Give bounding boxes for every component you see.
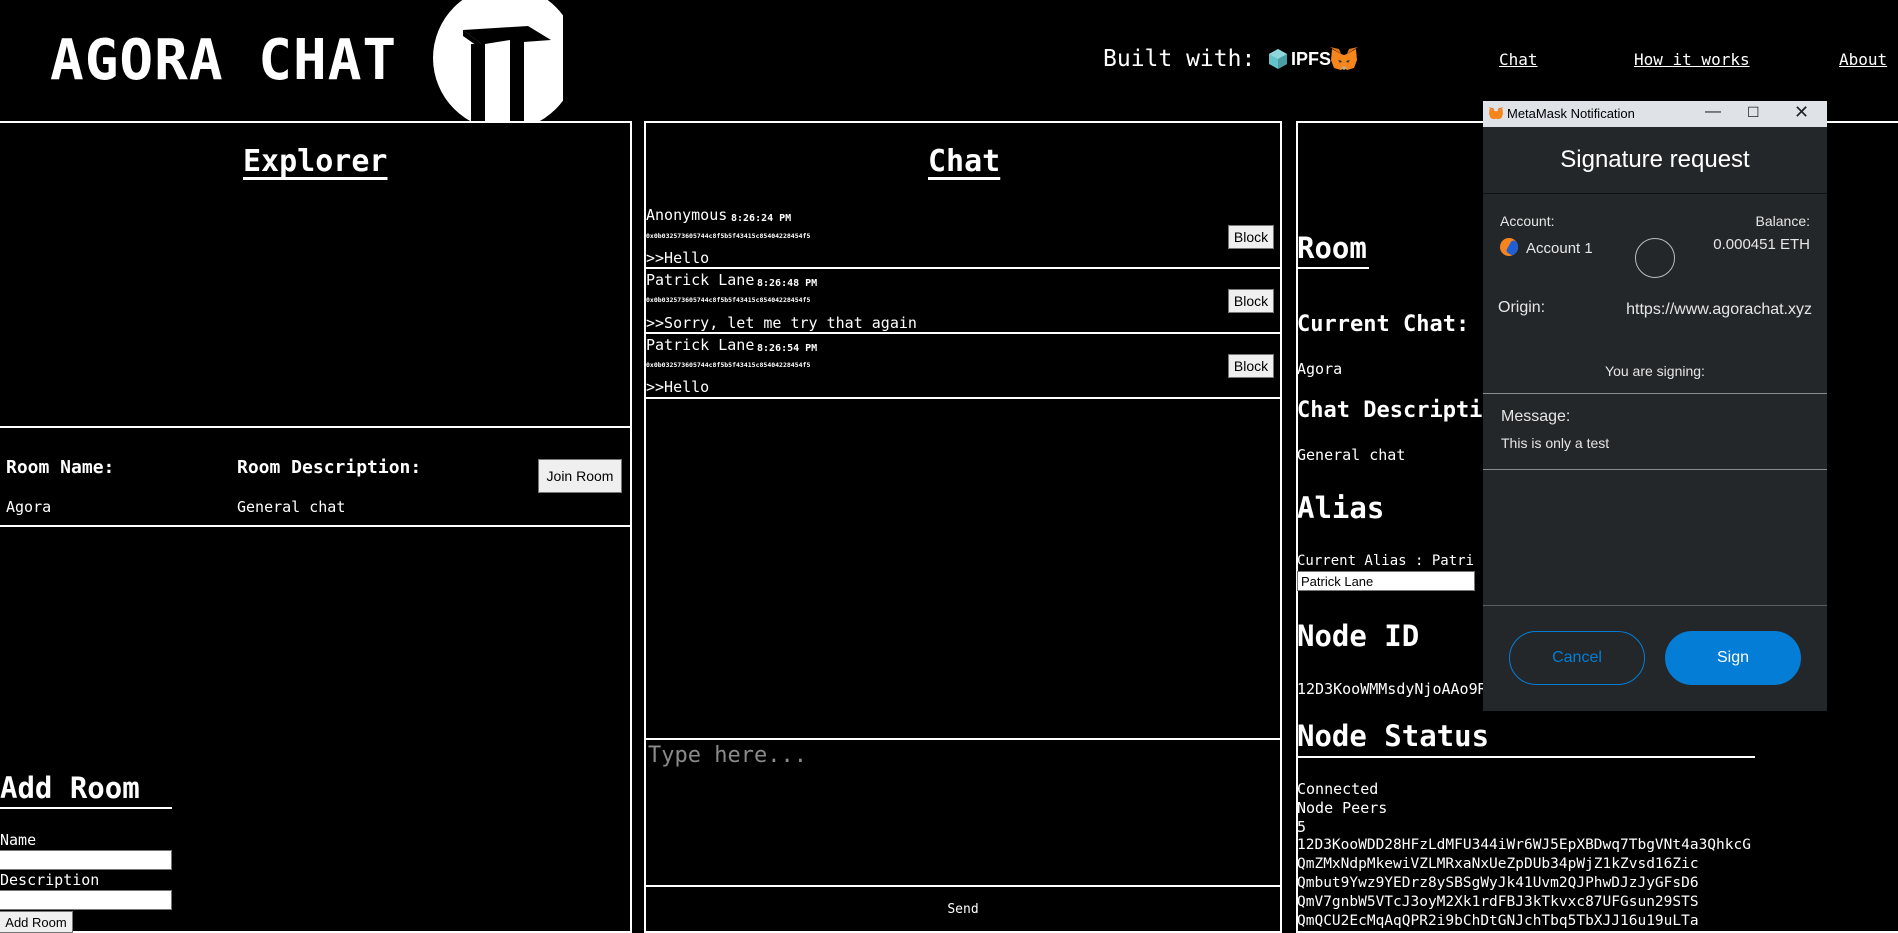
account-name: Account 1 bbox=[1526, 240, 1593, 257]
node-status-title: Node Status bbox=[1297, 719, 1490, 753]
room-title-underline bbox=[1297, 267, 1369, 269]
nav-link-how-it-works[interactable]: How it works bbox=[1634, 50, 1750, 69]
node-status-value: Connected bbox=[1297, 780, 1379, 798]
agora-pillar-logo-icon bbox=[433, 0, 563, 122]
peer-id: Qmbut9Ywz9YEDrz8ySBSgWyJk41Uvm2QJPhwDJzJ… bbox=[1297, 875, 1699, 891]
node-status-underline bbox=[1297, 756, 1755, 758]
peer-count: 5 bbox=[1297, 818, 1307, 836]
block-button[interactable]: Block bbox=[1228, 289, 1274, 313]
add-room-description-input[interactable] bbox=[0, 890, 172, 910]
message-time: 8:26:24 PM bbox=[731, 213, 792, 224]
chat-message-input[interactable] bbox=[646, 741, 1280, 886]
room-name-header: Room Name: bbox=[6, 457, 115, 478]
peer-id: QmZMxNdpMkewiVZLMRxaNxUeZpDUb34pWjZ1kZvs… bbox=[1297, 856, 1699, 872]
current-chat-value: Agora bbox=[1297, 360, 1343, 378]
chat-message: Anonymous 8:26:24 PM 0x0b032573605744c8f… bbox=[645, 204, 1278, 267]
alias-input[interactable] bbox=[1297, 571, 1475, 591]
message-value: This is only a test bbox=[1501, 435, 1610, 451]
current-alias-label: Current Alias : Patri bbox=[1297, 553, 1475, 569]
message-text: >>Sorry, let me try that again bbox=[646, 314, 917, 332]
metamask-fox-icon[interactable] bbox=[1329, 46, 1359, 76]
origin-icon bbox=[1635, 238, 1675, 278]
room-name-value: Agora bbox=[6, 498, 52, 516]
room-list-divider bbox=[0, 525, 630, 527]
peer-id: QmQCU2EcMqAqQPR2i9bChDtGNJchTbq5TbXJJ16u… bbox=[1297, 913, 1699, 929]
minimize-icon[interactable]: — bbox=[1705, 103, 1721, 121]
message-address: 0x0b032573605744c8f5b5f43415c85404228454… bbox=[646, 296, 811, 304]
mm-divider bbox=[1483, 469, 1827, 470]
metamask-titlebar[interactable]: MetaMask Notification — ☐ ✕ bbox=[1483, 101, 1827, 127]
sign-button[interactable]: Sign bbox=[1665, 631, 1801, 685]
message-text: >>Hello bbox=[646, 378, 710, 396]
nav-link-about[interactable]: About bbox=[1839, 50, 1887, 69]
signature-request-heading: Signature request bbox=[1560, 146, 1750, 173]
nav-link-chat[interactable]: Chat bbox=[1499, 50, 1538, 69]
room-description-value: General chat bbox=[237, 498, 346, 516]
add-room-description-label: Description bbox=[0, 871, 100, 889]
message-author: Patrick Lane bbox=[646, 271, 755, 289]
explorer-panel bbox=[0, 121, 632, 933]
chat-description-value: General chat bbox=[1297, 446, 1406, 464]
message-address: 0x0b032573605744c8f5b5f43415c85404228454… bbox=[646, 232, 811, 240]
account-avatar-icon bbox=[1500, 238, 1518, 256]
chat-description-label: Chat Descripti bbox=[1297, 398, 1483, 423]
send-button[interactable]: Send bbox=[646, 887, 1280, 931]
message-time: 8:26:54 PM bbox=[757, 343, 818, 354]
message-time: 8:26:48 PM bbox=[757, 278, 818, 289]
message-author: Patrick Lane bbox=[646, 336, 755, 354]
block-button[interactable]: Block bbox=[1228, 354, 1274, 378]
chat-input-divider bbox=[646, 738, 1280, 740]
metamask-popup: MetaMask Notification — ☐ ✕ Signature re… bbox=[1483, 101, 1827, 711]
node-id-title: Node ID bbox=[1297, 619, 1420, 653]
message-text: >>Hello bbox=[646, 249, 710, 267]
metamask-fox-icon bbox=[1488, 107, 1504, 120]
balance-value: 0.000451 ETH bbox=[1713, 236, 1810, 253]
add-room-title: Add Room bbox=[0, 771, 140, 805]
account-label: Account: bbox=[1500, 213, 1555, 229]
maximize-icon[interactable]: ☐ bbox=[1747, 104, 1760, 121]
chat-title: Chat bbox=[928, 144, 1001, 179]
current-chat-label: Current Chat: bbox=[1297, 312, 1470, 337]
message-address: 0x0b032573605744c8f5b5f43415c85404228454… bbox=[646, 361, 811, 369]
mm-heading-divider bbox=[1483, 193, 1827, 194]
peer-id: QmV7gnbW5VTcJ3oyM2Xk1rdFBJ3kTkvxc87UFGsu… bbox=[1297, 894, 1699, 910]
message-divider bbox=[646, 397, 1280, 399]
peer-id: 12D3KooWDD28HFzLdMFU344iWr6WJ5EpXBDwq7Tb… bbox=[1297, 837, 1751, 853]
metamask-window-title: MetaMask Notification bbox=[1507, 106, 1635, 121]
room-description-header: Room Description: bbox=[237, 457, 422, 478]
ipfs-label: IPFS bbox=[1291, 48, 1332, 69]
message-label: Message: bbox=[1501, 408, 1571, 425]
alias-title: Alias bbox=[1297, 491, 1385, 525]
message-author: Anonymous bbox=[646, 206, 728, 224]
add-room-underline bbox=[0, 807, 172, 809]
add-room-button[interactable]: Add Room bbox=[0, 911, 73, 933]
explorer-divider bbox=[0, 426, 630, 428]
built-with-label: Built with: bbox=[1103, 46, 1256, 72]
add-room-name-label: Name bbox=[0, 831, 37, 849]
node-peers-label: Node Peers bbox=[1297, 799, 1388, 817]
origin-label: Origin: bbox=[1498, 299, 1546, 316]
join-room-button[interactable]: Join Room bbox=[538, 459, 622, 493]
add-room-name-input[interactable] bbox=[0, 850, 172, 870]
ipfs-logo[interactable]: IPFS bbox=[1268, 48, 1331, 70]
close-icon[interactable]: ✕ bbox=[1794, 102, 1809, 123]
balance-label: Balance: bbox=[1755, 213, 1810, 229]
explorer-title: Explorer bbox=[243, 144, 388, 179]
site-logo-text[interactable]: AGORA CHAT bbox=[50, 28, 397, 93]
mm-footer-divider bbox=[1483, 605, 1827, 606]
mm-divider bbox=[1483, 393, 1827, 394]
cancel-button[interactable]: Cancel bbox=[1509, 631, 1645, 685]
you-are-signing-label: You are signing: bbox=[1605, 363, 1705, 379]
node-id-value: 12D3KooWMMsdyNjoAAo9R bbox=[1297, 680, 1487, 698]
block-button[interactable]: Block bbox=[1228, 225, 1274, 249]
chat-message: Patrick Lane 8:26:54 PM 0x0b032573605744… bbox=[645, 334, 1278, 397]
origin-value: https://www.agorachat.xyz bbox=[1626, 301, 1812, 318]
chat-message: Patrick Lane 8:26:48 PM 0x0b032573605744… bbox=[645, 269, 1278, 332]
ipfs-cube-icon bbox=[1269, 49, 1287, 69]
room-title: Room bbox=[1297, 231, 1367, 265]
